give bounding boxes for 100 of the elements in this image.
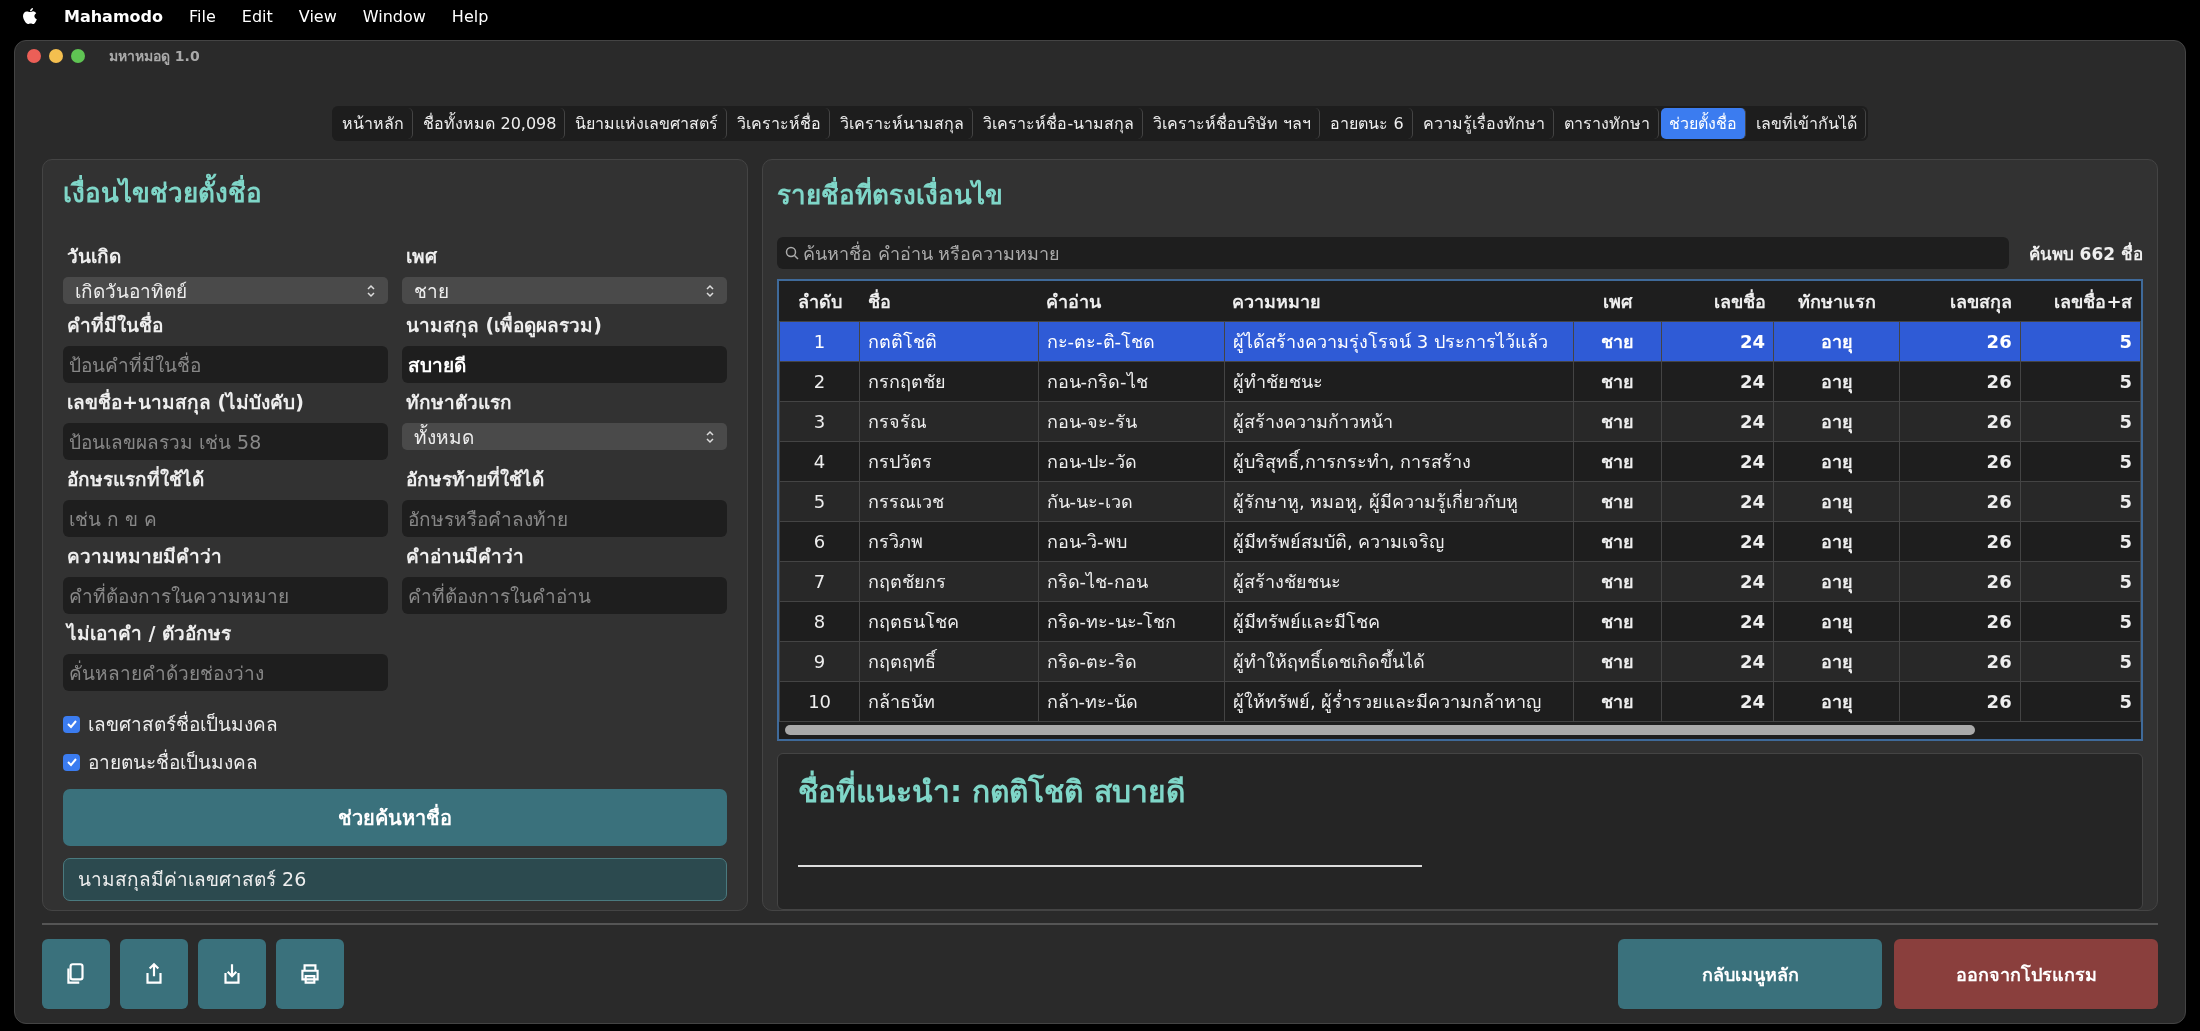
table-cell[interactable]: กอน-วิ-พบ — [1038, 521, 1225, 562]
window-control[interactable] — [27, 49, 41, 63]
apple-logo-icon[interactable] — [22, 7, 38, 25]
table-cell[interactable]: กฤตฤทธิ์ — [859, 641, 1039, 682]
table-cell[interactable]: ชาย — [1573, 681, 1662, 722]
table-cell[interactable]: กัน-นะ-เวด — [1038, 481, 1225, 522]
table-cell[interactable]: ชาย — [1573, 401, 1662, 442]
table-cell[interactable]: 24 — [1661, 561, 1774, 602]
table-cell[interactable]: กรปวัตร — [859, 441, 1039, 482]
table-cell[interactable]: 9 — [779, 641, 860, 682]
table-cell[interactable]: ผู้บริสุทธิ์,การกระทำ, การสร้าง — [1224, 441, 1574, 482]
table-cell[interactable]: กอน-กริด-ไช — [1038, 361, 1225, 402]
table-cell[interactable]: 26 — [1899, 641, 2021, 682]
table-cell[interactable]: 5 — [779, 481, 860, 522]
table-cell[interactable]: กรจรัณ — [859, 401, 1039, 442]
table-cell[interactable]: กฤตธนโชค — [859, 601, 1039, 642]
table-cell[interactable]: 24 — [1661, 441, 1774, 482]
table-cell[interactable]: ผู้มีทรัพย์สมบัติ, ความเจริญ — [1224, 521, 1574, 562]
checkbox[interactable] — [63, 715, 80, 733]
table-cell[interactable]: 5 — [2020, 681, 2141, 722]
table-cell[interactable]: อายุ — [1773, 361, 1900, 402]
search-names-button[interactable]: ช่วยค้นหาชื่อ — [63, 789, 727, 846]
input-field[interactable]: คำที่ต้องการในคำอ่าน — [402, 577, 727, 614]
table-cell[interactable]: ชาย — [1573, 481, 1662, 522]
table-cell[interactable]: ผู้ทำชัยชนะ — [1224, 361, 1574, 402]
input-field[interactable]: ป้อนคำที่มีในชื่อ — [63, 346, 388, 383]
table-cell[interactable]: อายุ — [1773, 321, 1900, 362]
print-icon[interactable] — [276, 939, 344, 1009]
table-cell[interactable]: 5 — [2020, 561, 2141, 602]
tab[interactable]: ช่วยตั้งชื่อ — [1660, 108, 1746, 139]
table-cell[interactable]: 5 — [2020, 441, 2141, 482]
input-field[interactable]: เช่น ก ข ค — [63, 500, 388, 537]
main-menu-button[interactable]: กลับเมนูหลัก — [1618, 939, 1882, 1009]
table-cell[interactable]: 26 — [1899, 681, 2021, 722]
table-cell[interactable]: 6 — [779, 521, 860, 562]
table-cell[interactable]: ผู้มีทรัพย์และมีโชค — [1224, 601, 1574, 642]
table-cell[interactable]: กอน-จะ-รัน — [1038, 401, 1225, 442]
table-cell[interactable]: 5 — [2020, 641, 2141, 682]
window-control[interactable] — [49, 49, 63, 63]
table-cell[interactable]: กริด-ทะ-นะ-โชก — [1038, 601, 1225, 642]
tab[interactable]: หน้าหลัก — [334, 108, 414, 139]
table-cell[interactable]: อายุ — [1773, 561, 1900, 602]
table-cell[interactable]: ผู้ให้ทรัพย์, ผู้ร่ำรวยและมีความกล้าหาญ — [1224, 681, 1574, 722]
menu-item[interactable]: Mahamodo — [64, 6, 163, 26]
table-cell[interactable]: 24 — [1661, 521, 1774, 562]
table-cell[interactable]: อายุ — [1773, 481, 1900, 522]
table-cell[interactable]: กริด-ตะ-ริด — [1038, 641, 1225, 682]
tab[interactable]: วิเคราะห์ชื่อบริษัท ฯลฯ — [1145, 108, 1321, 139]
tab[interactable]: ตารางทักษา — [1555, 108, 1659, 139]
table-cell[interactable]: ชาย — [1573, 361, 1662, 402]
menu-item[interactable]: Window — [362, 6, 426, 26]
table-cell[interactable]: 26 — [1899, 521, 2021, 562]
table-cell[interactable]: 5 — [2020, 601, 2141, 642]
table-cell[interactable]: อายุ — [1773, 401, 1900, 442]
table-cell[interactable]: 26 — [1899, 481, 2021, 522]
table-cell[interactable]: 4 — [779, 441, 860, 482]
table-cell[interactable]: กรรณเวช — [859, 481, 1039, 522]
menu-item[interactable]: File — [189, 6, 216, 26]
table-cell[interactable]: 26 — [1899, 321, 2021, 362]
table-cell[interactable]: ชาย — [1573, 561, 1662, 602]
table-cell[interactable]: 5 — [2020, 321, 2141, 362]
table-cell[interactable]: กฤตชัยกร — [859, 561, 1039, 602]
table-cell[interactable]: กะ-ตะ-ติ-โชด — [1038, 321, 1225, 362]
table-cell[interactable]: 5 — [2020, 361, 2141, 402]
copy-icon[interactable] — [42, 939, 110, 1009]
table-cell[interactable]: 3 — [779, 401, 860, 442]
table-cell[interactable]: อายุ — [1773, 681, 1900, 722]
table-cell[interactable]: ผู้สร้างชัยชนะ — [1224, 561, 1574, 602]
table-cell[interactable]: กริด-ไช-กอน — [1038, 561, 1225, 602]
table-cell[interactable]: กอน-ปะ-วัด — [1038, 441, 1225, 482]
share-icon[interactable] — [120, 939, 188, 1009]
table-cell[interactable]: 5 — [2020, 481, 2141, 522]
input-field[interactable]: อักษรหรือคำลงท้าย — [402, 500, 727, 537]
table-cell[interactable]: ชาย — [1573, 441, 1662, 482]
table-cell[interactable]: 24 — [1661, 641, 1774, 682]
table-cell[interactable]: กรกฤตชัย — [859, 361, 1039, 402]
table-cell[interactable]: 10 — [779, 681, 860, 722]
table-cell[interactable]: กตติโชติ — [859, 321, 1039, 362]
table-cell[interactable]: ผู้สร้างความก้าวหน้า — [1224, 401, 1574, 442]
table-cell[interactable]: 24 — [1661, 481, 1774, 522]
table-cell[interactable]: ชาย — [1573, 521, 1662, 562]
table-cell[interactable]: ชาย — [1573, 641, 1662, 682]
table-cell[interactable]: 8 — [779, 601, 860, 642]
table-cell[interactable]: 24 — [1661, 361, 1774, 402]
table-cell[interactable]: อายุ — [1773, 521, 1900, 562]
table-cell[interactable]: 26 — [1899, 401, 2021, 442]
dropdown[interactable]: ชาย — [402, 277, 727, 304]
quit-button[interactable]: ออกจากโปรแกรม — [1894, 939, 2158, 1009]
input-field[interactable]: คั่นหลายคำด้วยช่องว่าง — [63, 654, 388, 691]
menu-item[interactable]: View — [298, 6, 337, 26]
input-field[interactable]: ป้อนเลขผลรวม เช่น 58 — [63, 423, 388, 460]
table-cell[interactable]: 26 — [1899, 361, 2021, 402]
tab[interactable]: วิเคราะห์ชื่อ-นามสกุล — [975, 108, 1144, 139]
menu-item[interactable]: Help — [451, 6, 489, 26]
table-cell[interactable]: กรวิภพ — [859, 521, 1039, 562]
table-cell[interactable]: 5 — [2020, 521, 2141, 562]
dropdown[interactable]: เกิดวันอาทิตย์ — [63, 277, 388, 304]
table-cell[interactable]: 1 — [779, 321, 860, 362]
table-cell[interactable]: 24 — [1661, 321, 1774, 362]
table-cell[interactable]: อายุ — [1773, 441, 1900, 482]
